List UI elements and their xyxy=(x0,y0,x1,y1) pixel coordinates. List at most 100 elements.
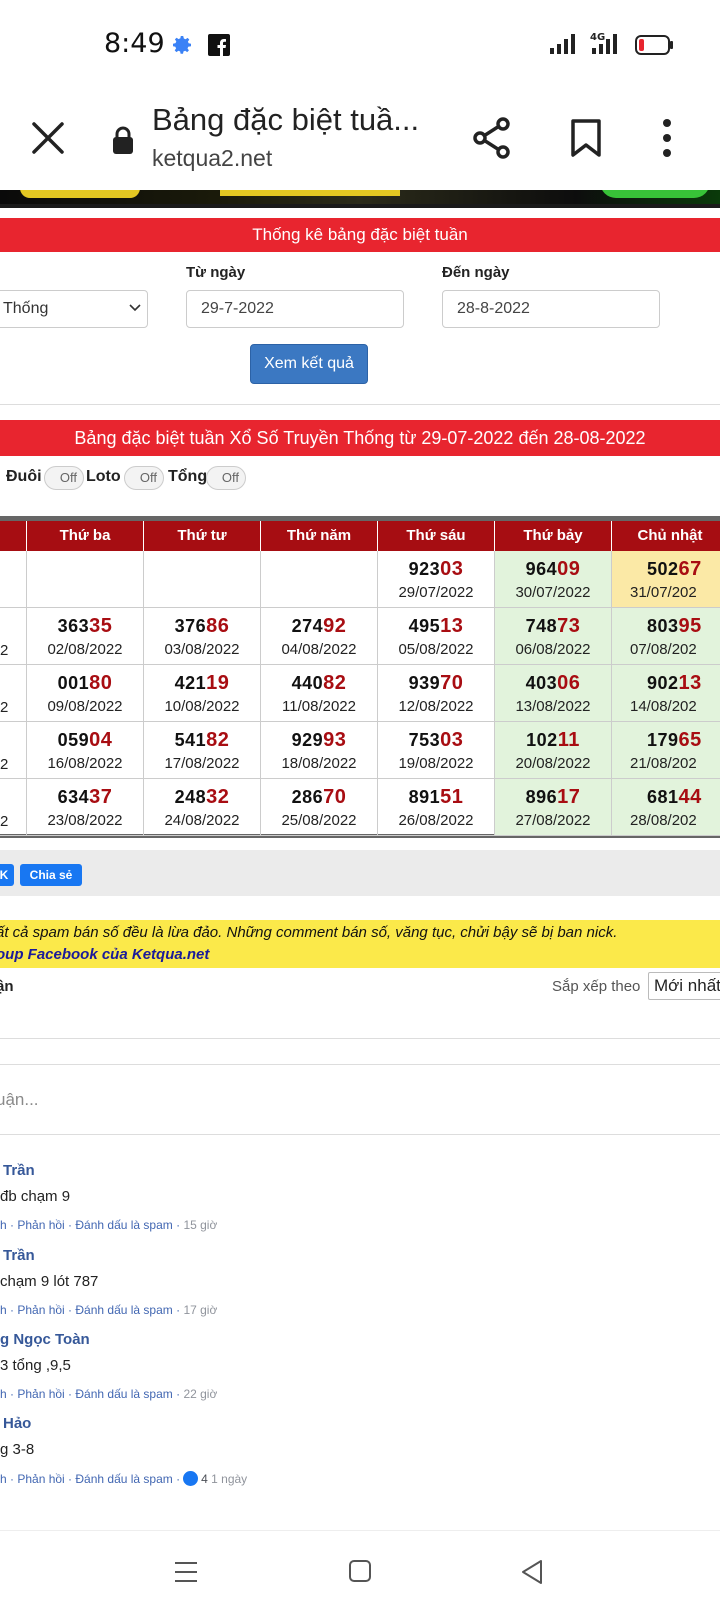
cell-number: 24832 xyxy=(144,786,260,809)
table-cell: 54182 17/08/2022 xyxy=(144,722,261,779)
ad-banner[interactable] xyxy=(0,190,720,208)
table-cell: 24832 24/08/2022 xyxy=(144,779,261,836)
section-divider xyxy=(0,404,720,405)
to-date-input[interactable]: 28-8-2022 xyxy=(442,290,660,328)
comment-body: 3 tổng ,9,5 xyxy=(0,1357,71,1374)
cell-date: 2 xyxy=(0,813,9,830)
page-url[interactable]: ketqua2.net xyxy=(152,145,272,172)
cell-date: 07/08/202 xyxy=(630,641,697,658)
number-head: 102 xyxy=(526,730,558,750)
lock-icon xyxy=(113,126,133,154)
network-4g-icon: 4G xyxy=(590,32,617,54)
table-cell: 80395 07/08/202 xyxy=(612,608,720,665)
column-header: Thứ ba xyxy=(27,521,144,551)
comment-action-links[interactable]: h · Phản hồi · Đánh dấu là spam · xyxy=(0,1472,180,1486)
number-head: 059 xyxy=(57,730,90,750)
number-tail: 19 xyxy=(206,672,230,694)
comment-author[interactable]: Trần xyxy=(3,1247,35,1264)
cell-number: 10211 xyxy=(495,729,611,752)
facebook-group-link[interactable]: oup Facebook của Ketqua.net xyxy=(0,946,209,963)
number-head: 891 xyxy=(408,787,441,807)
view-results-button[interactable]: Xem kết quả xyxy=(250,344,368,384)
comment-author[interactable]: Hảo xyxy=(3,1415,31,1432)
signal-icon xyxy=(550,34,575,54)
web-content: Thống kê bảng đặc biệt tuần Thống Từ ngà… xyxy=(0,190,720,1530)
column-header: Thứ tư xyxy=(144,521,261,551)
cell-date: 06/08/2022 xyxy=(515,641,591,658)
number-head: 001 xyxy=(57,673,90,693)
number-head: 753 xyxy=(408,730,441,750)
cell-date: 12/08/2022 xyxy=(398,698,474,715)
number-tail: 82 xyxy=(206,729,230,751)
cell-date: 14/08/202 xyxy=(630,698,697,715)
comment-body: đb chạm 9 xyxy=(0,1188,71,1205)
cell-number: 54182 xyxy=(144,729,260,752)
comment-author[interactable]: g Ngọc Toàn xyxy=(0,1331,90,1348)
comment-time: 15 giờ xyxy=(183,1218,218,1232)
cell-date: 30/07/2022 xyxy=(515,584,591,601)
toggle-label-duoi: Đuôi xyxy=(6,468,42,485)
comment-action-links[interactable]: h · Phản hồi · Đánh dấu là spam · xyxy=(0,1387,180,1401)
toggle-duoi[interactable]: Off xyxy=(44,466,84,490)
cell-number: 42119 xyxy=(144,672,260,695)
from-date-input[interactable]: 29-7-2022 xyxy=(186,290,404,328)
table-cell: 89617 27/08/2022 xyxy=(495,779,612,836)
share-icon[interactable] xyxy=(472,116,512,160)
comment-actions[interactable]: h · Phản hồi · Đánh dấu là spam · 17 giờ xyxy=(0,1303,217,1317)
back-icon[interactable] xyxy=(520,1559,544,1585)
cell-date: 03/08/2022 xyxy=(164,641,240,658)
number-tail: 04 xyxy=(89,729,113,751)
home-icon[interactable] xyxy=(348,1559,372,1583)
number-tail: 09 xyxy=(557,558,581,580)
table-cell: 17965 21/08/202 xyxy=(612,722,720,779)
table-cell: 75303 19/08/2022 xyxy=(378,722,495,779)
number-head: 440 xyxy=(291,673,324,693)
page-title[interactable]: Bảng đặc biệt tuầ... xyxy=(152,102,419,138)
comment-actions[interactable]: h · Phản hồi · Đánh dấu là spam · 4 1 ngà… xyxy=(0,1471,247,1486)
number-head: 376 xyxy=(174,616,207,636)
chevron-down-icon xyxy=(129,304,141,312)
number-head: 896 xyxy=(525,787,558,807)
comment-body: g 3-8 xyxy=(0,1441,35,1458)
column-header-partial xyxy=(0,521,27,551)
number-head: 964 xyxy=(525,559,558,579)
close-icon[interactable] xyxy=(30,120,66,156)
status-bar: 8:49 4G xyxy=(0,0,720,90)
number-head: 495 xyxy=(408,616,441,636)
number-tail: 80 xyxy=(89,672,113,694)
number-head: 939 xyxy=(408,673,441,693)
table-cell: 89151 26/08/2022 xyxy=(378,779,495,836)
more-vert-icon[interactable] xyxy=(662,118,672,158)
sort-select[interactable]: Mới nhất xyxy=(648,972,720,1000)
cell-number: 74873 xyxy=(495,615,611,638)
toggle-loto[interactable]: Off xyxy=(124,466,164,490)
table-cell: 37686 03/08/2022 xyxy=(144,608,261,665)
table-cell: 36335 02/08/2022 xyxy=(27,608,144,665)
toggle-label-loto: Loto xyxy=(86,468,121,485)
cell-date: 10/08/2022 xyxy=(164,698,240,715)
bookmark-icon[interactable] xyxy=(570,118,602,158)
facebook-share-button[interactable]: Chia sẻ xyxy=(20,864,82,886)
cell-date: 17/08/2022 xyxy=(164,755,240,772)
comments-count: ận xyxy=(0,978,14,995)
recent-apps-icon[interactable] xyxy=(174,1561,198,1583)
table-cell: 96409 30/07/2022 xyxy=(495,551,612,608)
comment-actions[interactable]: h · Phản hồi · Đánh dấu là spam · 22 giờ xyxy=(0,1387,217,1401)
comment-input[interactable]: uận... xyxy=(0,1090,39,1110)
comment-actions[interactable]: h · Phản hồi · Đánh dấu là spam · 15 giờ xyxy=(0,1218,217,1232)
number-tail: 17 xyxy=(557,786,581,808)
cell-number: 28670 xyxy=(261,786,377,809)
table-cell: 44082 11/08/2022 xyxy=(261,665,378,722)
number-head: 681 xyxy=(647,787,679,807)
comment-author[interactable]: Trần xyxy=(3,1162,35,1179)
comment-action-links[interactable]: h · Phản hồi · Đánh dấu là spam · xyxy=(0,1303,180,1317)
cell-date: 28/08/202 xyxy=(630,812,697,829)
comment-time: 22 giờ xyxy=(183,1387,218,1401)
cell-number: 40306 xyxy=(495,672,611,695)
comment-action-links[interactable]: h · Phản hồi · Đánh dấu là spam · xyxy=(0,1218,180,1232)
cell-date: 09/08/2022 xyxy=(47,698,123,715)
toggle-tong[interactable]: Off xyxy=(206,466,246,490)
cell-number: 96409 xyxy=(495,558,611,581)
facebook-like-button[interactable]: K xyxy=(0,864,14,886)
lottery-type-select[interactable]: Thống xyxy=(0,290,148,328)
